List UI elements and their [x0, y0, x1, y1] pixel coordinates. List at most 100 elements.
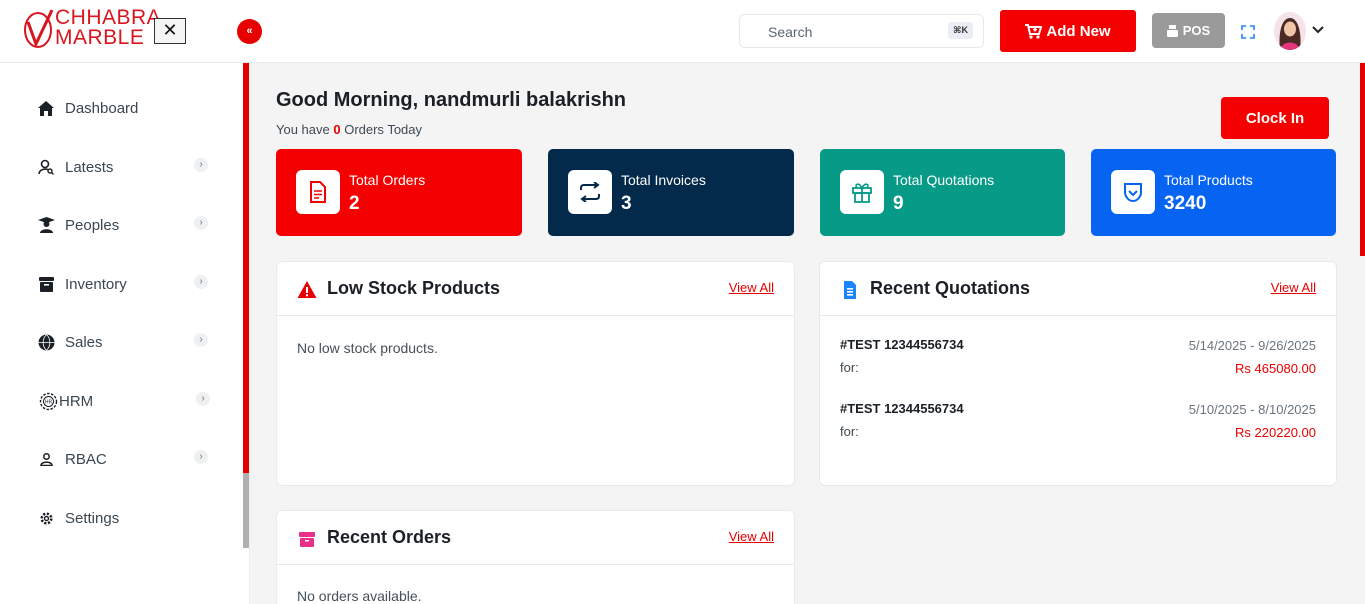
card-header: Recent Quotations View All: [820, 262, 1336, 316]
gear-icon: [36, 508, 56, 528]
add-new-button[interactable]: Add New: [1000, 10, 1136, 52]
logo-line-1: CHHABRA: [55, 6, 162, 29]
low-stock-card: Low Stock Products View All No low stock…: [276, 261, 795, 486]
card-header: Low Stock Products View All: [277, 262, 794, 316]
warning-icon: [297, 281, 317, 298]
sidebar: Dashboard Latests › Peoples › Inventory …: [0, 63, 250, 604]
list-item[interactable]: #TEST 12344556734 for: 5/14/2025 - 9/26/…: [840, 337, 1316, 387]
stat-value: 3: [621, 193, 632, 214]
chevron-right-icon: ›: [194, 333, 208, 347]
list-item[interactable]: #TEST 12344556734 for: 5/10/2025 - 8/10/…: [840, 401, 1316, 451]
pos-label: POS: [1182, 23, 1211, 38]
chevron-right-icon: ›: [196, 392, 210, 406]
empty-state-text: No orders available.: [297, 588, 422, 604]
sidebar-item-sales[interactable]: Sales ›: [36, 330, 226, 354]
cart-icon: [1025, 23, 1043, 39]
page-scrollbar[interactable]: [1360, 63, 1365, 256]
stat-label: Total Quotations: [893, 172, 995, 188]
sidebar-item-label: Settings: [65, 509, 120, 527]
recent-quotations-card: Recent Quotations View All #TEST 1234455…: [819, 261, 1337, 486]
gift-icon: [840, 170, 884, 214]
view-all-link[interactable]: View All: [1271, 280, 1316, 295]
quotation-dates: 5/10/2025 - 8/10/2025: [1188, 402, 1316, 417]
view-all-link[interactable]: View All: [729, 529, 774, 544]
chevron-down-icon[interactable]: [1312, 22, 1324, 37]
add-new-label: Add New: [1046, 22, 1111, 40]
quotation-amount: Rs 465080.00: [1235, 361, 1316, 376]
home-icon: [36, 98, 56, 118]
quotation-for: for:: [840, 424, 859, 439]
top-header: CHHABRA MARBLE ✕ « Search ⌘K Add New POS: [0, 0, 1365, 63]
sidebar-item-label: Dashboard: [65, 99, 139, 117]
orders-today-prefix: You have: [276, 122, 334, 137]
globe-icon: [36, 332, 56, 352]
clock-in-button[interactable]: Clock In: [1221, 97, 1329, 139]
graduation-user-icon: [36, 215, 56, 235]
pos-button[interactable]: POS: [1152, 13, 1225, 48]
logo-line-2: MARBLE: [55, 26, 145, 49]
archive-box-icon: [36, 274, 56, 294]
hrm-gear-icon: HR: [38, 391, 58, 411]
sidebar-item-label: Latests: [65, 158, 114, 176]
quotation-for: for:: [840, 360, 859, 375]
shield-check-icon: [1111, 170, 1155, 214]
avatar-image: [1274, 12, 1306, 50]
sidebar-item-label: HRM: [59, 392, 94, 410]
greeting-title: Good Morning, nandmurli balakrishn: [276, 89, 627, 111]
search-input[interactable]: Search: [768, 24, 812, 40]
logo-text: CHHABRA MARBLE: [55, 6, 162, 49]
card-title: Recent Orders: [327, 527, 452, 547]
stat-label: Total Orders: [349, 172, 426, 188]
chevron-right-icon: ›: [194, 216, 208, 230]
user-avatar[interactable]: [1274, 12, 1306, 50]
collapse-sidebar-button[interactable]: «: [237, 19, 262, 44]
stat-value: 2: [349, 193, 360, 214]
quotation-dates: 5/14/2025 - 9/26/2025: [1188, 338, 1316, 353]
sidebar-item-peoples[interactable]: Peoples ›: [36, 213, 226, 237]
search-shortcut-badge: ⌘K: [948, 22, 973, 39]
orders-today-suffix: Orders Today: [340, 122, 423, 137]
chevron-right-icon: ›: [194, 158, 208, 172]
stat-card-total-orders[interactable]: Total Orders 2: [276, 149, 522, 236]
sidebar-item-rbac[interactable]: RBAC ›: [36, 447, 226, 471]
package-icon: [299, 532, 315, 547]
sidebar-item-latests[interactable]: Latests ›: [36, 155, 226, 179]
quotation-amount: Rs 220220.00: [1235, 425, 1316, 440]
logo-mark-icon: [24, 9, 54, 48]
stat-card-total-products[interactable]: Total Products 3240: [1091, 149, 1336, 236]
stat-value: 3240: [1164, 193, 1207, 214]
stat-value: 9: [893, 193, 904, 214]
sidebar-item-label: Inventory: [65, 275, 127, 293]
view-all-link[interactable]: View All: [729, 280, 774, 295]
sidebar-item-dashboard[interactable]: Dashboard: [36, 96, 226, 120]
person-icon: [36, 449, 56, 469]
sidebar-item-inventory[interactable]: Inventory ›: [36, 272, 226, 296]
sidebar-scrollbar-thumb[interactable]: [243, 473, 249, 548]
stat-label: Total Invoices: [621, 172, 706, 188]
sidebar-item-label: Peoples: [65, 216, 120, 234]
chevron-right-icon: ›: [194, 275, 208, 289]
register-icon: [1166, 24, 1178, 37]
empty-state-text: No low stock products.: [297, 340, 438, 356]
chevron-right-icon: ›: [194, 450, 208, 464]
fullscreen-icon[interactable]: [1241, 25, 1255, 39]
sidebar-item-label: Sales: [65, 333, 103, 351]
close-icon: ✕: [162, 20, 178, 40]
card-header: Recent Orders View All: [277, 511, 794, 565]
swap-arrows-icon: [568, 170, 612, 214]
close-button[interactable]: ✕: [154, 18, 186, 44]
card-title: Recent Quotations: [870, 278, 1031, 298]
recent-orders-card: Recent Orders View All No orders availab…: [276, 510, 795, 604]
stat-card-total-invoices[interactable]: Total Invoices 3: [548, 149, 794, 236]
svg-text:HR: HR: [44, 399, 52, 405]
search-box[interactable]: Search ⌘K: [739, 14, 984, 48]
sidebar-item-settings[interactable]: Settings: [36, 506, 226, 530]
card-title: Low Stock Products: [327, 278, 501, 298]
orders-today-count: 0: [333, 122, 341, 137]
orders-today-text: You have 0 Orders Today: [276, 122, 422, 137]
sidebar-item-hrm[interactable]: HR HRM ›: [38, 389, 228, 413]
quotation-id: #TEST 12344556734: [840, 337, 964, 352]
document-icon: [296, 170, 340, 214]
double-chevron-left-icon: «: [246, 25, 253, 37]
stat-card-total-quotations[interactable]: Total Quotations 9: [820, 149, 1065, 236]
